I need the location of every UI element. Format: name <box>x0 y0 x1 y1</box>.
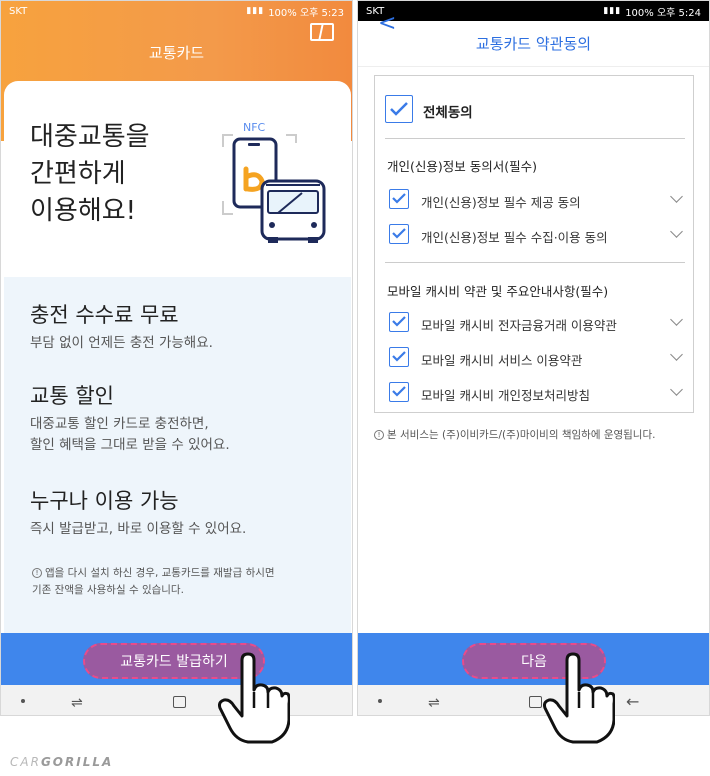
info-icon: ! <box>32 568 42 578</box>
chevron-down-icon[interactable] <box>670 313 683 326</box>
right-screen: SKT ▮▮▮ 100% 오후 5:24 교통카드 약관동의 < 전체동의 개인… <box>357 0 710 716</box>
recent-apps-icon[interactable]: ⇌ <box>71 695 83 711</box>
reinstall-note: ! 앱을 다시 설치 하신 경우, 교통카드를 재발급 하시면 기존 잔액을 사용… <box>32 565 275 599</box>
feature-anyone: 누구나 이용 가능 즉시 발급받고, 바로 이용할 수 있어요. <box>30 487 246 540</box>
footnote-text: 본 서비스는 (주)이비카드/(주)마이비의 책임하에 운영됩니다. <box>387 429 656 441</box>
page-title: 교통카드 <box>148 43 205 62</box>
section-title-cashbee: 모바일 캐시비 약관 및 주요안내사항(필수) <box>387 284 609 299</box>
terms-item-label[interactable]: 개인(신용)정보 필수 수집·이용 동의 <box>421 227 608 246</box>
terms-item-label[interactable]: 모바일 캐시비 서비스 이용약관 <box>421 350 582 369</box>
left-screen: SKT ▮▮▮ 100% 오후 5:23 교통카드 대중교통을 간편하게 이용해… <box>0 0 353 716</box>
agree-all-label[interactable]: 전체동의 <box>423 101 473 121</box>
app-header: 교통카드 <box>1 21 352 83</box>
info-icon: ! <box>374 430 384 440</box>
note-text: 앱을 다시 설치 하신 경우, 교통카드를 재발급 하시면 기존 잔액을 사용하… <box>32 567 275 596</box>
feature-title: 교통 할인 <box>30 384 114 408</box>
status-right: 100% 오후 5:23 <box>268 7 344 19</box>
home-icon[interactable] <box>173 696 186 708</box>
chevron-down-icon[interactable] <box>670 348 683 361</box>
phone-bus-illustration-icon: NFC <box>222 121 326 243</box>
terms-checkbox[interactable] <box>389 312 409 332</box>
terms-item-label[interactable]: 개인(신용)정보 필수 제공 동의 <box>421 192 581 211</box>
nav-dot-icon[interactable] <box>21 699 25 703</box>
tap-hand-icon <box>218 652 290 744</box>
feature-title: 충전 수수료 무료 <box>30 303 179 327</box>
section-title-personal-info: 개인(신용)정보 동의서(필수) <box>387 159 537 174</box>
terms-checkbox[interactable] <box>389 382 409 402</box>
recent-apps-icon[interactable]: ⇌ <box>428 695 440 711</box>
feature-discount: 교통 할인 대중교통 할인 카드로 충전하면, 할인 혜택을 그대로 받을 수 … <box>30 382 230 456</box>
bottom-bar: 다음 <box>358 633 709 685</box>
card-icon[interactable] <box>310 23 334 41</box>
terms-checkbox[interactable] <box>389 189 409 209</box>
chevron-down-icon[interactable] <box>670 225 683 238</box>
feature-desc: 부담 없이 언제든 충전 가능해요. <box>30 335 213 351</box>
divider <box>385 138 685 139</box>
home-icon[interactable] <box>529 696 542 708</box>
feature-desc: 즉시 발급받고, 바로 이용할 수 있어요. <box>30 521 247 537</box>
tap-hand-icon <box>543 652 615 744</box>
bottom-bar: 교통카드 발급하기 <box>1 633 352 685</box>
nfc-label: NFC <box>243 121 266 134</box>
status-bar: SKT ▮▮▮ 100% 오후 5:24 <box>358 1 709 21</box>
feature-section: 충전 수수료 무료 부담 없이 언제든 충전 가능해요. 교통 할인 대중교통 … <box>4 277 351 633</box>
hero-card: 대중교통을 간편하게 이용해요! NFC <box>4 81 351 277</box>
back-chevron-icon[interactable]: < <box>378 11 396 36</box>
signal-icon: ▮▮▮ <box>603 6 622 16</box>
android-navbar: ⇌ ← <box>358 685 709 715</box>
terms-checkbox[interactable] <box>389 224 409 244</box>
terms-checkbox[interactable] <box>389 347 409 367</box>
back-arrow-icon[interactable]: ← <box>626 692 639 711</box>
page-title: 교통카드 약관동의 <box>475 35 592 53</box>
app-header: 교통카드 약관동의 <box>358 21 709 67</box>
watermark-prefix: CAR <box>10 755 41 769</box>
hero-title: 대중교통을 간편하게 이용해요! <box>30 122 150 226</box>
status-bar: SKT ▮▮▮ 100% 오후 5:23 <box>1 1 352 21</box>
nav-dot-icon[interactable] <box>378 699 382 703</box>
status-right: 100% 오후 5:24 <box>625 7 701 19</box>
terms-panel: 전체동의 개인(신용)정보 동의서(필수) 개인(신용)정보 필수 제공 동의 … <box>374 75 694 413</box>
service-footnote: ! 본 서비스는 (주)이비카드/(주)마이비의 책임하에 운영됩니다. <box>374 427 655 442</box>
agree-all-checkbox[interactable] <box>385 95 413 123</box>
terms-item-label[interactable]: 모바일 캐시비 전자금융거래 이용약관 <box>421 315 617 334</box>
watermark: CARGORILLA <box>10 755 113 769</box>
feature-title: 누구나 이용 가능 <box>30 489 179 513</box>
feature-desc: 대중교통 할인 카드로 충전하면, 할인 혜택을 그대로 받을 수 있어요. <box>30 416 230 453</box>
issue-card-label: 교통카드 발급하기 <box>120 654 228 670</box>
divider <box>385 262 685 263</box>
chevron-down-icon[interactable] <box>670 383 683 396</box>
android-navbar: ⇌ <box>1 685 352 715</box>
terms-item-label[interactable]: 모바일 캐시비 개인정보처리방침 <box>421 385 590 404</box>
chevron-down-icon[interactable] <box>670 190 683 203</box>
carrier-label: SKT <box>9 5 28 17</box>
feature-free-charge: 충전 수수료 무료 부담 없이 언제든 충전 가능해요. <box>30 301 213 354</box>
watermark-suffix: GORILLA <box>40 755 114 769</box>
signal-icon: ▮▮▮ <box>246 6 265 16</box>
